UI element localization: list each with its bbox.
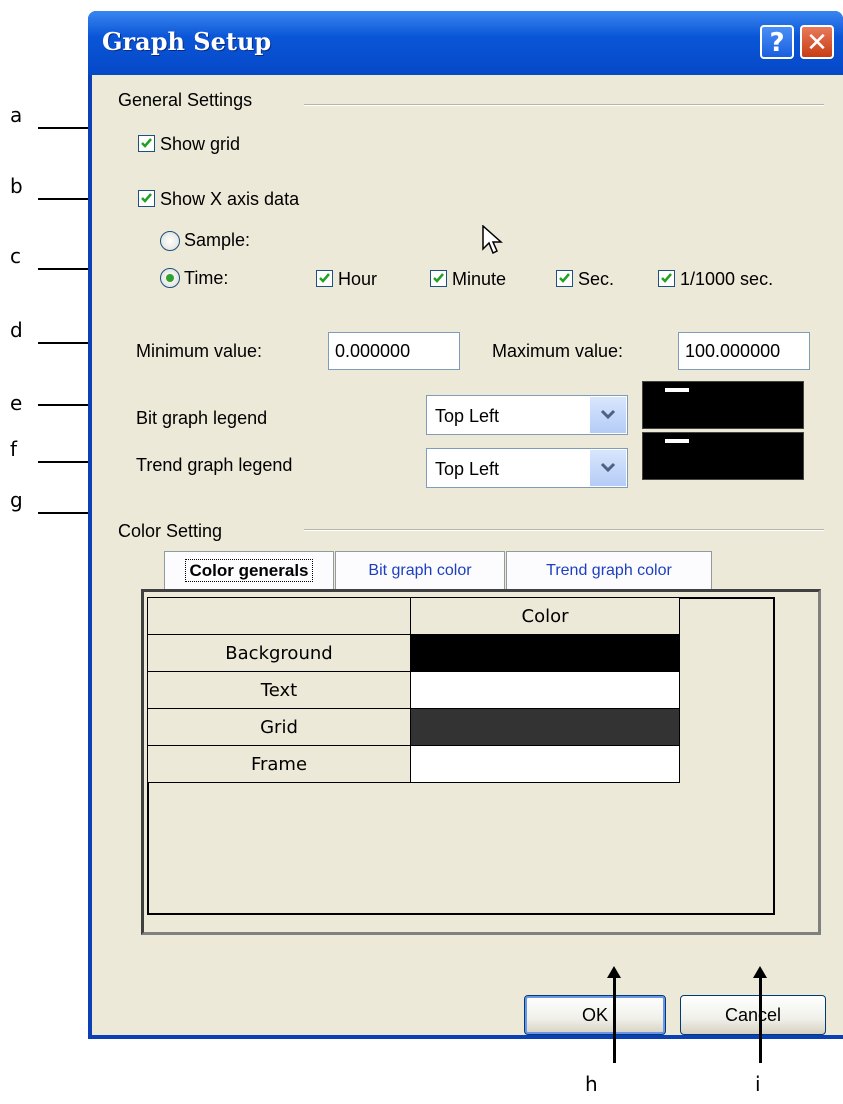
annotation-c: c [10, 244, 21, 268]
annotation-f: f [10, 437, 18, 461]
row-label-text: Text [147, 671, 411, 709]
bit-graph-legend-value: Top Left [435, 406, 500, 426]
time-radio[interactable] [160, 268, 180, 288]
trend-graph-legend-label: Trend graph legend [136, 455, 293, 475]
color-generals-panel: Color Background Text Grid Frame [141, 589, 821, 935]
grid-corner-cell [147, 597, 411, 635]
trend-graph-legend-value: Top Left [435, 459, 500, 479]
color-swatch-text[interactable] [410, 671, 680, 709]
annotation-i: i [755, 1072, 761, 1096]
hour-label[interactable]: Hour [338, 269, 377, 290]
sec-label[interactable]: Sec. [578, 269, 614, 290]
maximum-value-input[interactable]: 100.000000 [678, 332, 810, 370]
tab-trend-graph-color[interactable]: Trend graph color [506, 551, 712, 591]
table-row[interactable]: Text [147, 671, 766, 709]
legend-marker [665, 439, 689, 443]
annotation-d: d [10, 318, 23, 342]
color-swatch-background[interactable] [410, 634, 680, 672]
row-label-grid: Grid [147, 708, 411, 746]
table-row[interactable]: Grid [147, 708, 766, 746]
minimum-value-input[interactable]: 0.000000 [328, 332, 460, 370]
radio-selected-dot [166, 274, 174, 282]
color-swatch-frame[interactable] [410, 745, 680, 783]
tab-color-generals[interactable]: Color generals [164, 551, 334, 591]
color-setting-label: Color Setting [118, 521, 223, 541]
maximum-value-label: Maximum value: [492, 341, 624, 361]
graph-setup-dialog: Graph Setup ? ✕ General Settings Show gr… [88, 11, 843, 1039]
trend-graph-legend-select[interactable]: Top Left [426, 448, 628, 488]
arrow-i [753, 966, 767, 1063]
annotation-h: h [585, 1072, 598, 1096]
time-label[interactable]: Time: [184, 268, 228, 289]
title-bar[interactable]: Graph Setup ? ✕ [88, 11, 843, 75]
color-grid: Color Background Text Grid Frame [147, 597, 766, 783]
sample-label[interactable]: Sample: [184, 230, 250, 251]
chevron-down-icon[interactable] [589, 450, 626, 486]
tab-bit-graph-color[interactable]: Bit graph color [335, 551, 505, 591]
minimum-value-label: Minimum value: [136, 341, 263, 361]
trend-legend-preview [642, 432, 804, 480]
table-row[interactable]: Frame [147, 745, 766, 783]
minute-label[interactable]: Minute [452, 269, 506, 290]
ok-button[interactable]: OK [524, 995, 666, 1035]
show-x-axis-checkbox[interactable] [138, 190, 155, 207]
millisec-checkbox[interactable] [658, 270, 675, 287]
table-row: Color [147, 597, 766, 635]
sample-radio[interactable] [160, 231, 180, 251]
help-button[interactable]: ? [760, 25, 794, 59]
cancel-button[interactable]: Cancel [680, 995, 826, 1035]
table-row[interactable]: Background [147, 634, 766, 672]
bit-graph-legend-select[interactable]: Top Left [426, 395, 628, 435]
annotation-a: a [10, 103, 23, 127]
dialog-title: Graph Setup [102, 27, 272, 56]
bit-legend-preview [642, 381, 804, 429]
mouse-cursor-icon [482, 225, 503, 255]
show-grid-checkbox[interactable] [138, 135, 155, 152]
annotation-e: e [10, 391, 23, 415]
row-label-background: Background [147, 634, 411, 672]
legend-marker [665, 388, 689, 392]
annotation-b: b [10, 174, 23, 198]
show-grid-label[interactable]: Show grid [160, 134, 240, 155]
arrow-h [607, 966, 621, 1063]
color-column-header: Color [410, 597, 680, 635]
chevron-down-icon[interactable] [589, 397, 626, 433]
bit-graph-legend-label: Bit graph legend [136, 408, 268, 428]
annotation-g: g [10, 488, 23, 512]
close-button[interactable]: ✕ [800, 25, 834, 59]
color-setting-divider [304, 529, 824, 531]
general-settings-divider [304, 104, 824, 106]
hour-checkbox[interactable] [316, 270, 333, 287]
minute-checkbox[interactable] [430, 270, 447, 287]
color-swatch-grid[interactable] [410, 708, 680, 746]
general-settings-label: General Settings [118, 90, 253, 110]
row-label-frame: Frame [147, 745, 411, 783]
dialog-body: General Settings Show grid Show X axis d… [92, 75, 843, 1035]
millisec-label[interactable]: 1/1000 sec. [680, 269, 773, 290]
show-x-axis-label[interactable]: Show X axis data [160, 189, 299, 210]
sec-checkbox[interactable] [556, 270, 573, 287]
